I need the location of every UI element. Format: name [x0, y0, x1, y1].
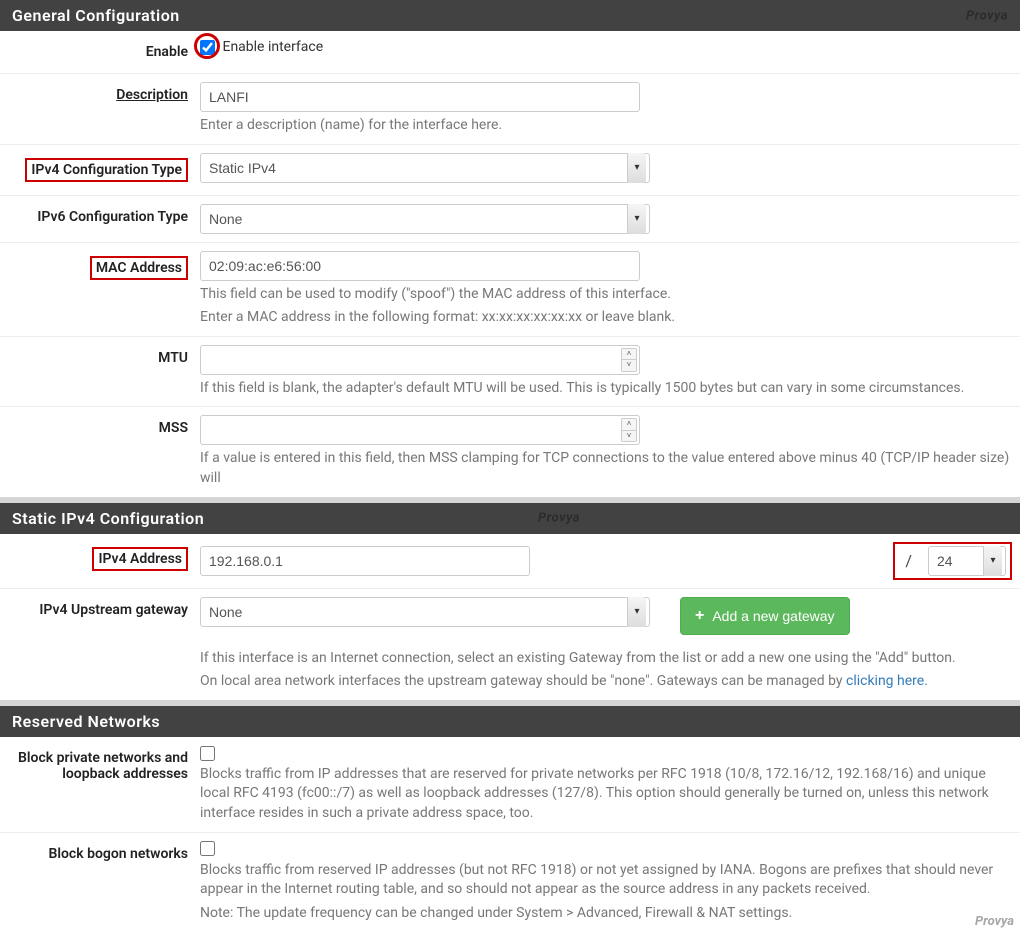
enable-label: Enable [0, 39, 200, 65]
description-label: Description [0, 82, 200, 108]
ipv6type-select[interactable]: None [200, 204, 650, 234]
mtu-input[interactable] [200, 345, 640, 375]
prefix-slash: / [899, 551, 918, 570]
mss-help: If a value is entered in this field, the… [200, 449, 1012, 488]
general-config-section: Enable Enable interface Description Ente… [0, 31, 1020, 497]
gateway-label: IPv4 Upstream gateway [0, 597, 200, 623]
blockbogon-checkbox[interactable] [200, 841, 215, 856]
mss-label: MSS [0, 415, 200, 441]
blockbogon-label: Block bogon networks [0, 841, 200, 867]
section-title: Static IPv4 Configuration [12, 509, 204, 528]
blockbogon-help1: Blocks traffic from reserved IP addresse… [200, 861, 1012, 900]
add-gateway-button[interactable]: + Add a new gateway [680, 597, 850, 635]
plus-icon: + [695, 607, 704, 625]
mac-label: MAC Address [0, 251, 200, 285]
blockprivate-checkbox[interactable] [200, 746, 215, 761]
section-header-reserved: Reserved Networks [0, 706, 1020, 737]
section-title: Reserved Networks [12, 712, 160, 731]
enable-checkbox-label: Enable interface [222, 39, 323, 55]
gateway-select[interactable]: None [200, 597, 650, 627]
description-input[interactable] [200, 82, 640, 112]
mac-input[interactable] [200, 251, 640, 281]
watermark: Provya [966, 8, 1008, 23]
gateway-help1: If this interface is an Internet connect… [200, 649, 1012, 669]
add-gateway-label: Add a new gateway [712, 608, 834, 624]
reserved-networks-section: Block private networks and loopback addr… [0, 737, 1020, 931]
description-help: Enter a description (name) for the inter… [200, 116, 1012, 136]
enable-checkbox[interactable] [200, 40, 215, 55]
ipv6type-label: IPv6 Configuration Type [0, 204, 200, 230]
mac-help1: This field can be used to modify ("spoof… [200, 285, 1012, 305]
section-title: General Configuration [12, 6, 180, 25]
blockprivate-label: Block private networks and loopback addr… [0, 745, 200, 787]
mtu-help: If this field is blank, the adapter's de… [200, 379, 1012, 399]
static-ipv4-section: IPv4 Address / 24 IPv4 Upstream gateway … [0, 534, 1020, 700]
section-header-general: General Configuration Provya [0, 0, 1020, 31]
ipv4type-select[interactable]: Static IPv4 [200, 153, 650, 183]
gateway-help2: On local area network interfaces the ups… [200, 672, 1012, 692]
watermark: Provya [975, 914, 1014, 929]
mac-help2: Enter a MAC address in the following for… [200, 308, 1012, 328]
ipv4addr-input[interactable] [200, 546, 530, 576]
blockprivate-help: Blocks traffic from IP addresses that ar… [200, 765, 1012, 824]
ipv4-prefix-select[interactable]: 24 [928, 546, 1006, 576]
mss-input[interactable] [200, 415, 640, 445]
clicking-here-link[interactable]: clicking here. [846, 673, 928, 689]
ipv4addr-label: IPv4 Address [0, 542, 200, 576]
section-header-static: Static IPv4 Configuration Provya [0, 503, 1020, 534]
ipv4type-label: IPv4 Configuration Type [0, 153, 200, 187]
watermark: Provya [538, 511, 580, 526]
mtu-label: MTU [0, 345, 200, 371]
